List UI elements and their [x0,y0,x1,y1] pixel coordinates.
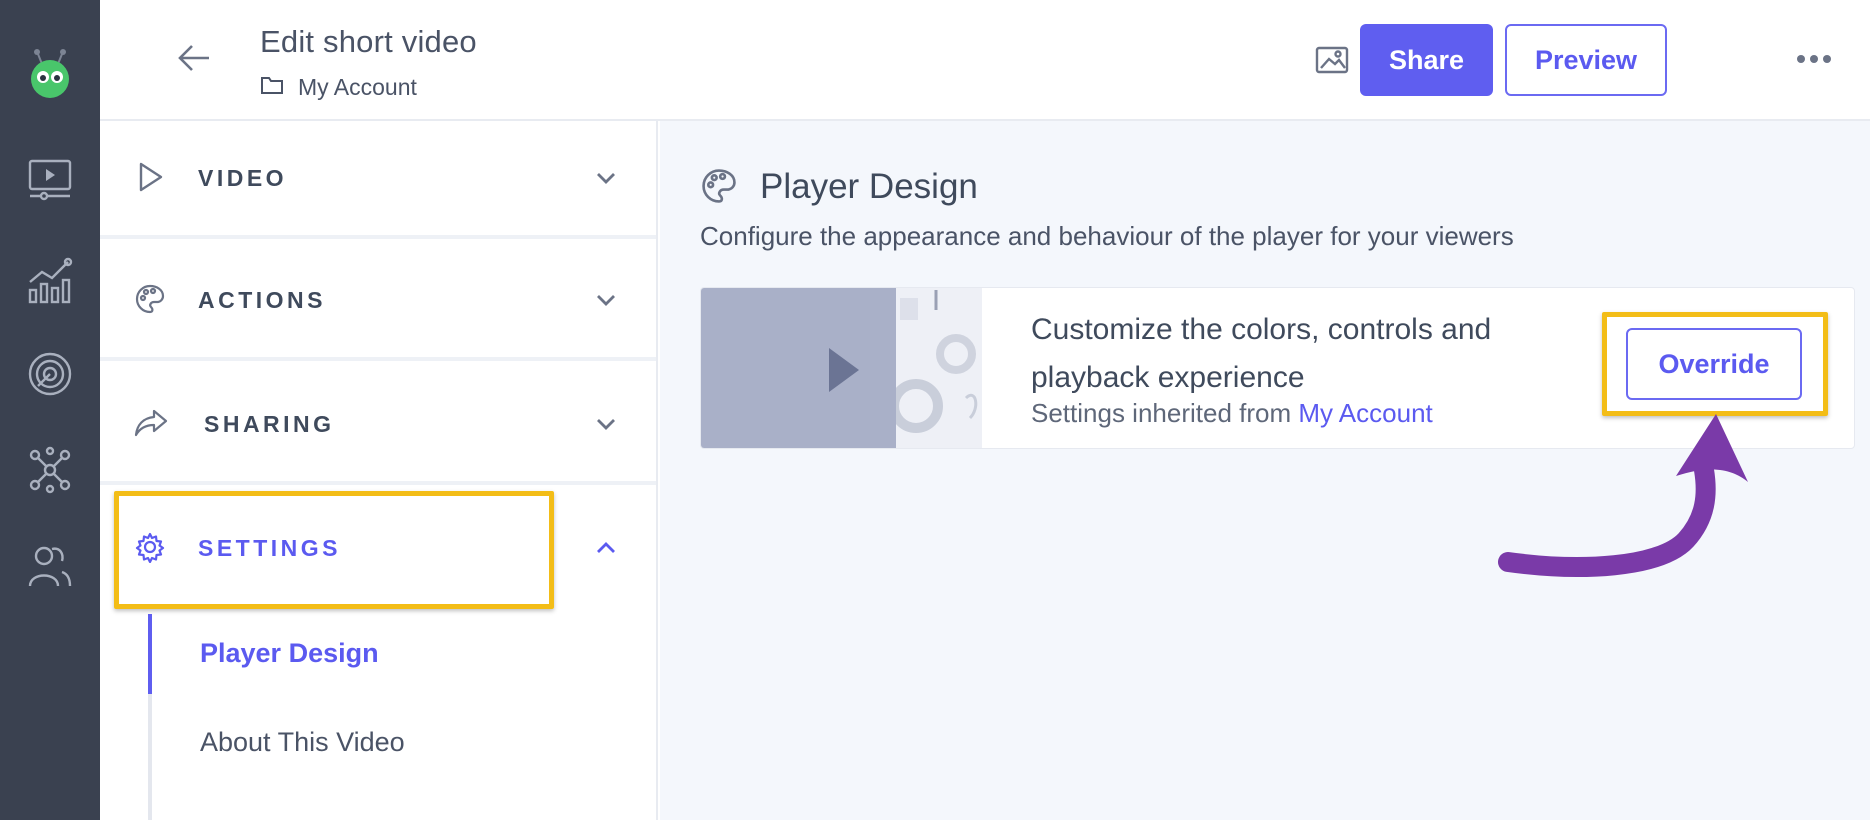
card-subtitle: Settings inherited from My Account [1031,398,1433,429]
app-rail [0,0,100,820]
inherited-text: Settings inherited from [1031,398,1299,428]
palette-icon [700,167,738,205]
breadcrumb-label: My Account [298,74,417,100]
settings-highlight-box [114,491,554,609]
integrations-icon[interactable] [22,442,78,498]
palette-icon [134,283,166,315]
section-video[interactable]: VIDEO [100,121,656,239]
subnav-item-about-this-video[interactable]: About This Video [200,727,405,758]
analytics-icon[interactable] [22,252,78,308]
edit-sidebar: VIDEO ACTIONS SHARING SETTINGS [100,121,658,820]
play-outline-icon [134,161,166,193]
my-account-link[interactable]: My Account [1298,398,1432,428]
card-title: Customize the colors, controls and playb… [1031,313,1492,394]
section-label: ACTIONS [198,287,326,313]
video-library-icon[interactable] [22,152,78,208]
section-label: SHARING [204,411,335,437]
subnav-item-player-design[interactable]: Player Design [200,638,379,669]
users-icon[interactable] [22,538,78,594]
target-icon[interactable] [22,346,78,402]
logo-icon[interactable] [24,44,76,100]
chevron-down-icon[interactable] [592,412,620,436]
preview-button[interactable]: Preview [1505,24,1667,96]
subnav-active-indicator [148,614,152,694]
section-description: Configure the appearance and behaviour o… [700,221,1514,251]
share-arrow-icon [134,407,168,439]
annotation-arrow-icon [1498,414,1748,577]
gears-illustration [896,288,982,448]
more-options-icon[interactable] [1794,44,1834,74]
top-header: Edit short video My Account Share Previe… [100,0,1870,121]
chevron-down-icon[interactable] [592,288,620,312]
share-button[interactable]: Share [1360,24,1493,96]
back-arrow-icon[interactable] [174,38,214,78]
image-icon[interactable] [1312,40,1352,80]
section-sharing[interactable]: SHARING [100,367,656,485]
page-title: Edit short video [260,24,477,59]
video-thumbnail [701,288,896,448]
section-title: Player Design [760,167,978,206]
chevron-up-icon[interactable] [592,536,620,560]
section-label: VIDEO [198,165,288,191]
breadcrumb[interactable]: My Account [260,74,417,101]
chevron-down-icon[interactable] [592,166,620,190]
folder-icon [260,74,284,101]
section-actions[interactable]: ACTIONS [100,243,656,361]
